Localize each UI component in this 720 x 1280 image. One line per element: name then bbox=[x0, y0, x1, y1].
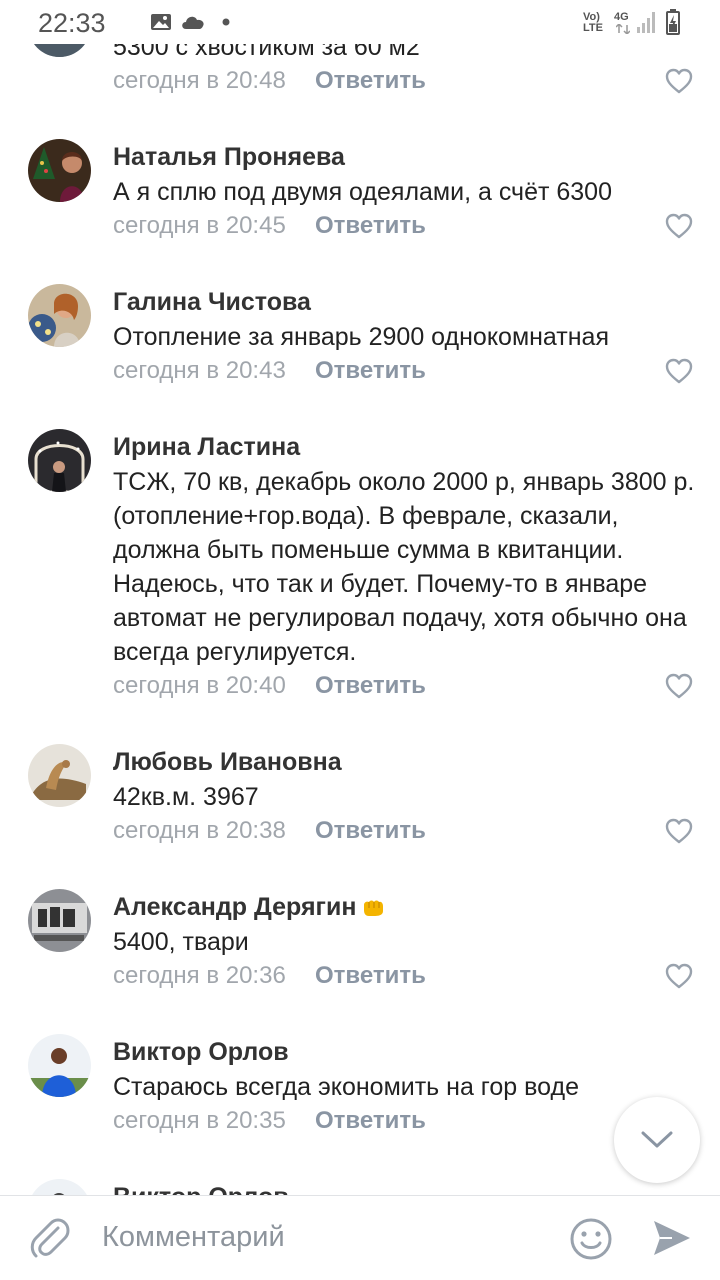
reply-button[interactable]: Ответить bbox=[315, 67, 426, 95]
gallery-icon bbox=[151, 14, 171, 30]
comment-time: сегодня в 20:43 bbox=[113, 357, 286, 384]
author-name-text: Александр Дерягин bbox=[113, 893, 357, 921]
comment-item: Виктор Орлов bbox=[0, 1170, 720, 1242]
avatar[interactable] bbox=[28, 429, 91, 492]
heart-icon[interactable] bbox=[665, 818, 693, 844]
avatar[interactable] bbox=[28, 889, 91, 952]
avatar[interactable] bbox=[28, 284, 91, 347]
comment-time: сегодня в 20:45 bbox=[113, 212, 286, 239]
comment-text: 42кв.м. 3967 bbox=[113, 783, 259, 811]
comment-time: сегодня в 20:40 bbox=[113, 672, 286, 699]
avatar[interactable] bbox=[28, 744, 91, 807]
cloud-icon bbox=[182, 16, 204, 29]
heart-icon[interactable] bbox=[665, 358, 693, 384]
reply-button[interactable]: Ответить bbox=[315, 962, 426, 990]
data-arrows-icon bbox=[616, 24, 630, 34]
heart-icon[interactable] bbox=[665, 213, 693, 239]
author-name[interactable]: Галина Чистова bbox=[113, 287, 311, 317]
scroll-down-button[interactable] bbox=[614, 1097, 700, 1183]
status-bar: 22:33 Vo) LTE 4G bbox=[0, 0, 720, 44]
reply-button[interactable]: Ответить bbox=[315, 212, 426, 240]
heart-icon[interactable] bbox=[665, 963, 693, 989]
paperclip-icon[interactable] bbox=[30, 1216, 70, 1260]
comment-item: Любовь Ивановна 42кв.м. 3967 сегодня в 2… bbox=[0, 735, 720, 855]
battery-icon bbox=[666, 9, 680, 35]
comment-text: ТСЖ, 70 кв, декабрь около 2000 р, январь… bbox=[113, 468, 695, 666]
comment-text: 5400, твари bbox=[113, 928, 249, 956]
comment-time: сегодня в 20:36 bbox=[113, 962, 286, 989]
comment-item: Александр Дерягин 5400, твари сегодня в … bbox=[0, 880, 720, 1000]
comment-time: сегодня в 20:35 bbox=[113, 1107, 286, 1134]
author-name[interactable]: Любовь Ивановна bbox=[113, 747, 342, 777]
reply-button[interactable]: Ответить bbox=[315, 357, 426, 385]
author-name[interactable]: Виктор Орлов bbox=[113, 1037, 289, 1067]
signal-icon bbox=[637, 12, 655, 33]
reply-button[interactable]: Ответить bbox=[315, 672, 426, 700]
comment-time: сегодня в 20:48 bbox=[113, 67, 286, 94]
comment-time: сегодня в 20:38 bbox=[113, 817, 286, 844]
heart-icon[interactable] bbox=[665, 673, 693, 699]
emoji-icon[interactable] bbox=[569, 1217, 613, 1261]
comment-text: Отопление за январь 2900 однокомнатная bbox=[113, 323, 609, 351]
comment-text: А я сплю под двумя одеялами, а счёт 6300 bbox=[113, 178, 612, 206]
comment-item: Ирина Ластина ТСЖ, 70 кв, декабрь около … bbox=[0, 420, 720, 710]
heart-icon[interactable] bbox=[665, 68, 693, 94]
reply-button[interactable]: Ответить bbox=[315, 1107, 426, 1135]
send-icon[interactable] bbox=[652, 1219, 692, 1257]
comment-text: Стараюсь всегда экономить на гор воде bbox=[113, 1073, 579, 1101]
chevron-down-icon bbox=[641, 1131, 673, 1148]
avatar[interactable] bbox=[28, 1034, 91, 1097]
comment-item: Наталья Проняева А я сплю под двумя одея… bbox=[0, 130, 720, 250]
reply-button[interactable]: Ответить bbox=[315, 817, 426, 845]
status-time: 22:33 bbox=[38, 8, 106, 38]
author-name[interactable]: Александр Дерягин bbox=[113, 892, 384, 922]
comment-item: Галина Чистова Отопление за январь 2900 … bbox=[0, 275, 720, 395]
avatar[interactable] bbox=[28, 139, 91, 202]
fist-emoji-icon bbox=[364, 900, 384, 917]
author-name[interactable]: Ирина Ластина bbox=[113, 432, 300, 462]
network-type: 4G bbox=[614, 11, 629, 23]
comment-item: Виктор Орлов Стараюсь всегда экономить н… bbox=[0, 1025, 720, 1145]
lte-label: LTE bbox=[583, 22, 603, 34]
comment-input[interactable]: Комментарий bbox=[102, 1220, 285, 1254]
notification-dot-icon bbox=[222, 18, 230, 26]
comment-composer: Комментарий bbox=[0, 1195, 720, 1280]
author-name[interactable]: Наталья Проняева bbox=[113, 142, 345, 172]
